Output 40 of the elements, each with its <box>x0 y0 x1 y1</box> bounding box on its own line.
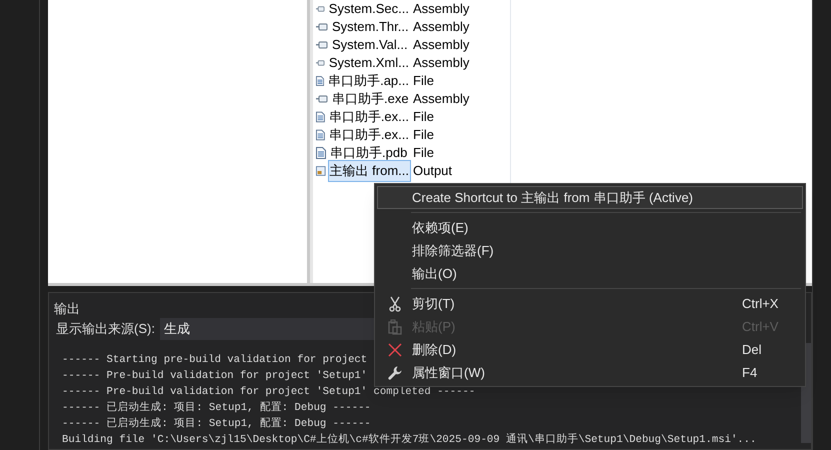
output-line: ------ Pre-build validation for project 'Setup1' completed ------ <box>62 385 476 400</box>
document-icon <box>316 111 325 123</box>
output-line: ------ Pre-build validation for project 'Setup1' <box>62 369 368 384</box>
file-type: Assembly <box>413 54 470 72</box>
file-type: Assembly <box>413 90 470 108</box>
file-type: File <box>413 72 434 90</box>
source-label: 显示输出来源(S): <box>56 320 155 338</box>
file-type: Assembly <box>413 18 470 36</box>
wrench-icon <box>388 366 402 380</box>
assembly-icon <box>316 40 328 50</box>
output-line: ------ 已启动生成: 项目: Setup1, 配置: Debug ------ <box>62 400 371 416</box>
document-icon <box>316 75 324 87</box>
file-type: File <box>413 108 434 126</box>
assembly-icon <box>316 4 325 14</box>
file-type: Output <box>413 162 452 180</box>
menu-item[interactable]: 属性窗口(W) F4 <box>377 361 803 384</box>
menu-item[interactable]: Create Shortcut to 主输出 from 串口助手 (Active) <box>377 186 803 209</box>
menu-item[interactable]: 删除(D) Del <box>377 338 803 361</box>
output-line: ------ Starting pre-build validation for project <box>62 353 368 368</box>
output-line: ------ 已启动生成: 项目: Setup1, 配置: Debug ------ <box>62 416 371 432</box>
assembly-icon <box>316 94 328 104</box>
panel-title: 输出 <box>54 301 80 316</box>
output-icon <box>316 165 326 177</box>
scissors-icon <box>389 296 401 312</box>
menu-item[interactable]: 排除筛选器(F) <box>377 239 803 262</box>
clipboard-icon <box>388 318 402 334</box>
document-icon <box>316 129 325 141</box>
file-type: File <box>413 144 434 162</box>
file-name[interactable]: 主输出 from... <box>328 160 411 182</box>
menu-item[interactable]: 剪切(T) Ctrl+X <box>377 292 803 315</box>
document-icon <box>316 147 326 159</box>
output-line: Building file 'C:\Users\zjl15\Desktop\C#上位机\c#软件开发7班\2025-09-09 通讯\串口助手\Setup1\Debug\Setup1.msi'... <box>62 432 756 448</box>
file-type: File <box>413 126 434 144</box>
delete-icon <box>388 342 402 356</box>
menu-item[interactable]: 输出(O) <box>377 262 803 285</box>
file-type: Assembly <box>413 36 470 54</box>
file-type: Assembly <box>413 0 470 18</box>
assembly-icon <box>316 22 328 32</box>
assembly-icon <box>316 58 325 68</box>
menu-item[interactable]: 依赖项(E) <box>377 216 803 239</box>
